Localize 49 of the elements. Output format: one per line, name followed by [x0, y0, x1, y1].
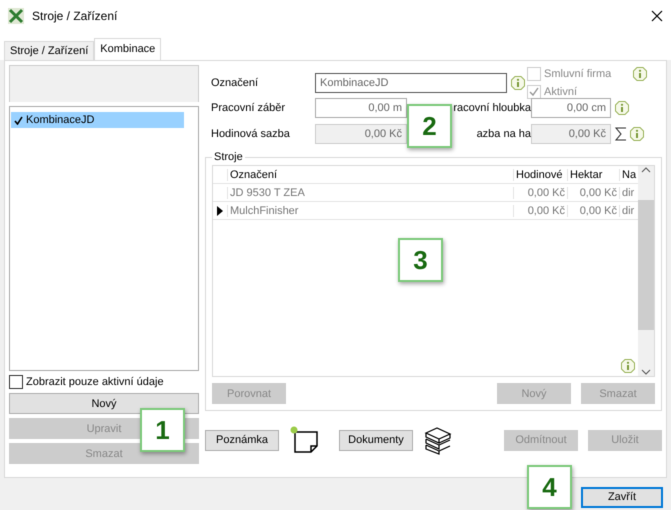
- column-header[interactable]: Označení: [227, 168, 513, 180]
- sum-icon[interactable]: [615, 127, 627, 141]
- checkbox-label: Smluvní firma: [544, 68, 612, 80]
- scroll-down-icon[interactable]: [641, 368, 651, 376]
- table-cell: JD 9530 T ZEA: [227, 186, 513, 198]
- window-title: Stroje / Zařízení: [32, 9, 118, 23]
- scrollbar-thumb[interactable]: [638, 200, 654, 330]
- info-icon[interactable]: [621, 359, 635, 373]
- app-logo-icon: [8, 8, 24, 24]
- list-button[interactable]: Nový: [9, 393, 199, 414]
- action-button[interactable]: Poznámka: [205, 430, 279, 450]
- close-button[interactable]: Zavřít: [581, 486, 663, 508]
- scroll-up-icon[interactable]: [641, 166, 651, 174]
- action-button[interactable]: Dokumenty: [339, 430, 413, 450]
- callout-tooltip: 1: [140, 408, 185, 452]
- list-item[interactable]: KombinaceJD: [11, 112, 184, 128]
- table-cell: 0,00 Kč: [513, 186, 567, 198]
- field-label: Pracovní záběr: [211, 102, 286, 114]
- books-icon[interactable]: [423, 425, 453, 455]
- name-field[interactable]: KombinaceJD: [315, 73, 507, 93]
- group-title: Stroje: [213, 151, 244, 163]
- value-field[interactable]: 0,00 Kč: [315, 124, 407, 144]
- checkbox-label: Zobrazit pouze aktivní údaje: [26, 376, 164, 388]
- field-label: azba na ha: [476, 128, 531, 140]
- callout-tooltip: 4: [527, 465, 572, 509]
- info-icon[interactable]: [633, 67, 647, 81]
- table-cell: 0,00 Kč: [567, 186, 619, 198]
- field-label: Označení: [211, 77, 260, 89]
- callout-tooltip: 2: [407, 104, 452, 148]
- checkbox[interactable]: [9, 375, 23, 389]
- column-header[interactable]: Hodinové: [513, 168, 567, 180]
- tab[interactable]: Kombinace: [94, 38, 162, 60]
- table-cell: 0,00 Kč: [513, 204, 567, 216]
- tab[interactable]: Stroje / Zařízení: [4, 41, 94, 60]
- value-field[interactable]: 0,00 m: [315, 98, 407, 118]
- callout-tooltip: 3: [398, 238, 443, 282]
- checkbox-label: Aktivní: [544, 86, 578, 98]
- value-field[interactable]: 0,00 Kč: [531, 124, 611, 144]
- current-row-icon: [217, 206, 223, 216]
- note-icon[interactable]: [289, 426, 319, 454]
- column-header[interactable]: Hektar: [567, 168, 619, 180]
- field-label: racovní hloubka: [453, 102, 531, 114]
- table-cell: 0,00 Kč: [567, 204, 619, 216]
- table-cell: MulchFinisher: [227, 204, 513, 216]
- close-icon[interactable]: [651, 10, 663, 22]
- value-field[interactable]: 0,00 cm: [531, 98, 611, 118]
- info-icon[interactable]: [511, 76, 525, 90]
- field-label: Hodinová sazba: [211, 128, 291, 140]
- info-icon[interactable]: [615, 101, 629, 115]
